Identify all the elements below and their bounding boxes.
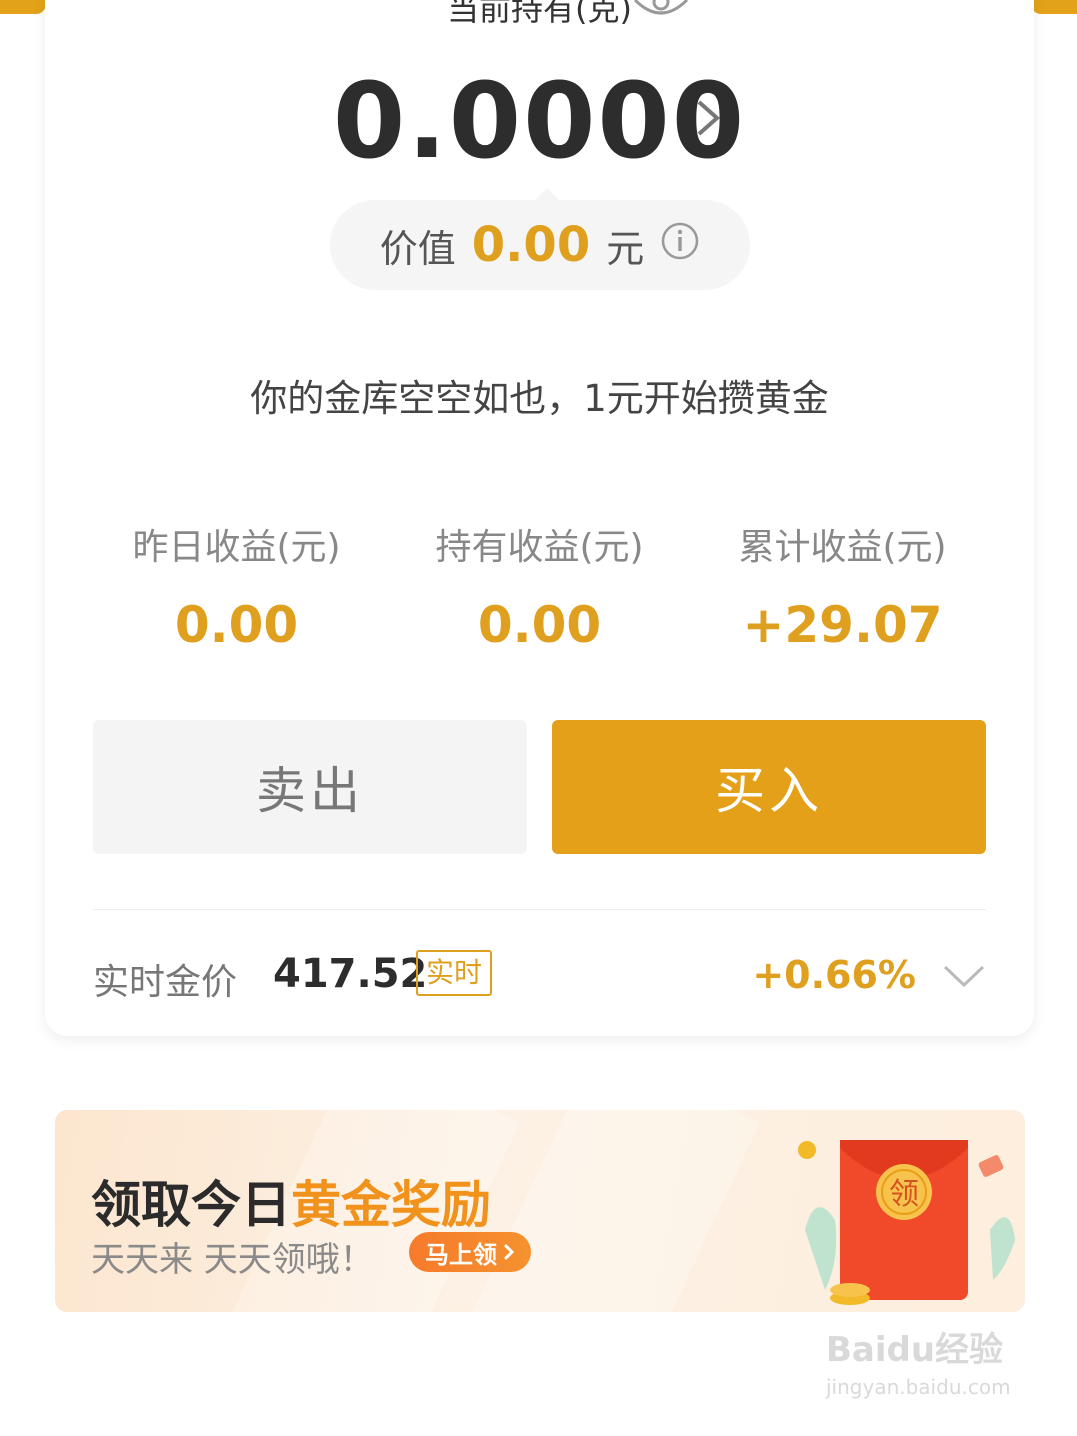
watermark-url: jingyan.baidu.com (826, 1375, 1011, 1399)
eye-icon[interactable] (633, 0, 689, 26)
value-amount: 0.00 (471, 217, 591, 273)
stat-yesterday: 昨日收益(元) 0.00 (85, 518, 388, 654)
banner-decoration (470, 1110, 760, 1312)
stat-value: 0.00 (174, 596, 299, 654)
empty-vault-hint: 你的金库空空如也，1元开始攒黄金 (250, 377, 829, 420)
stat-holding: 持有收益(元) 0.00 (388, 518, 691, 654)
gold-price-label: 实时金价 (93, 962, 238, 1003)
chevron-right-icon (503, 1243, 515, 1261)
earnings-stats: 昨日收益(元) 0.00 持有收益(元) 0.00 累计收益(元) +29.07 (85, 518, 994, 654)
gold-price-row[interactable]: 实时金价 417.52 实时 +0.66% (93, 945, 986, 1005)
sell-button[interactable]: 卖出 (93, 720, 527, 854)
claim-now-label: 马上领 (425, 1240, 497, 1269)
stat-value: +29.07 (742, 596, 943, 654)
stat-label: 累计收益(元) (738, 527, 947, 568)
claim-now-button[interactable]: 马上领 (409, 1232, 531, 1272)
info-icon[interactable] (660, 221, 700, 270)
banner-title: 领取今日黄金奖励 (91, 1165, 491, 1237)
gold-price-change: +0.66% (752, 953, 916, 997)
buy-button[interactable]: 买入 (552, 720, 986, 854)
stat-value: 0.00 (477, 596, 602, 654)
chevron-right-icon[interactable] (695, 98, 721, 142)
daily-gold-reward-banner[interactable]: 领取今日黄金奖励 天天来 天天领哦！ 马上领 领 (55, 1110, 1025, 1312)
holding-amount-row[interactable]: 0.0000 (45, 60, 1034, 182)
stat-label: 持有收益(元) (435, 527, 644, 568)
envelope-char: 领 (889, 1177, 919, 1212)
banner-subtitle: 天天来 天天领哦！ (91, 1240, 374, 1280)
gold-price-value: 417.52 (273, 951, 428, 997)
watermark-brand: Baidu经验 (826, 1330, 1004, 1370)
banner-title-plain: 领取今日 (91, 1176, 291, 1234)
banner-title-highlight: 黄金奖励 (291, 1176, 491, 1234)
value-pill: 价值 0.00 元 (330, 200, 750, 290)
header-corner-left (0, 0, 46, 14)
value-prefix: 价值 (379, 226, 456, 271)
realtime-badge: 实时 (416, 950, 493, 996)
chevron-down-icon[interactable] (942, 963, 986, 993)
holding-amount: 0.0000 (332, 60, 747, 182)
stat-label: 昨日收益(元) (132, 527, 341, 568)
red-envelope-icon: 领 (795, 1120, 1025, 1312)
header-corner-right (1031, 0, 1077, 14)
divider (93, 909, 986, 910)
stat-cumulative: 累计收益(元) +29.07 (691, 518, 994, 654)
gold-holding-card: 当前持有(克) 0.0000 价值 0.00 元 你的金库空空如也，1元开始攒黄… (45, 0, 1034, 1036)
baidu-jingyan-watermark: Baidu经验 jingyan.baidu.com (826, 1322, 1011, 1399)
holding-label: 当前持有(克) (447, 0, 632, 28)
value-unit: 元 (606, 226, 645, 271)
